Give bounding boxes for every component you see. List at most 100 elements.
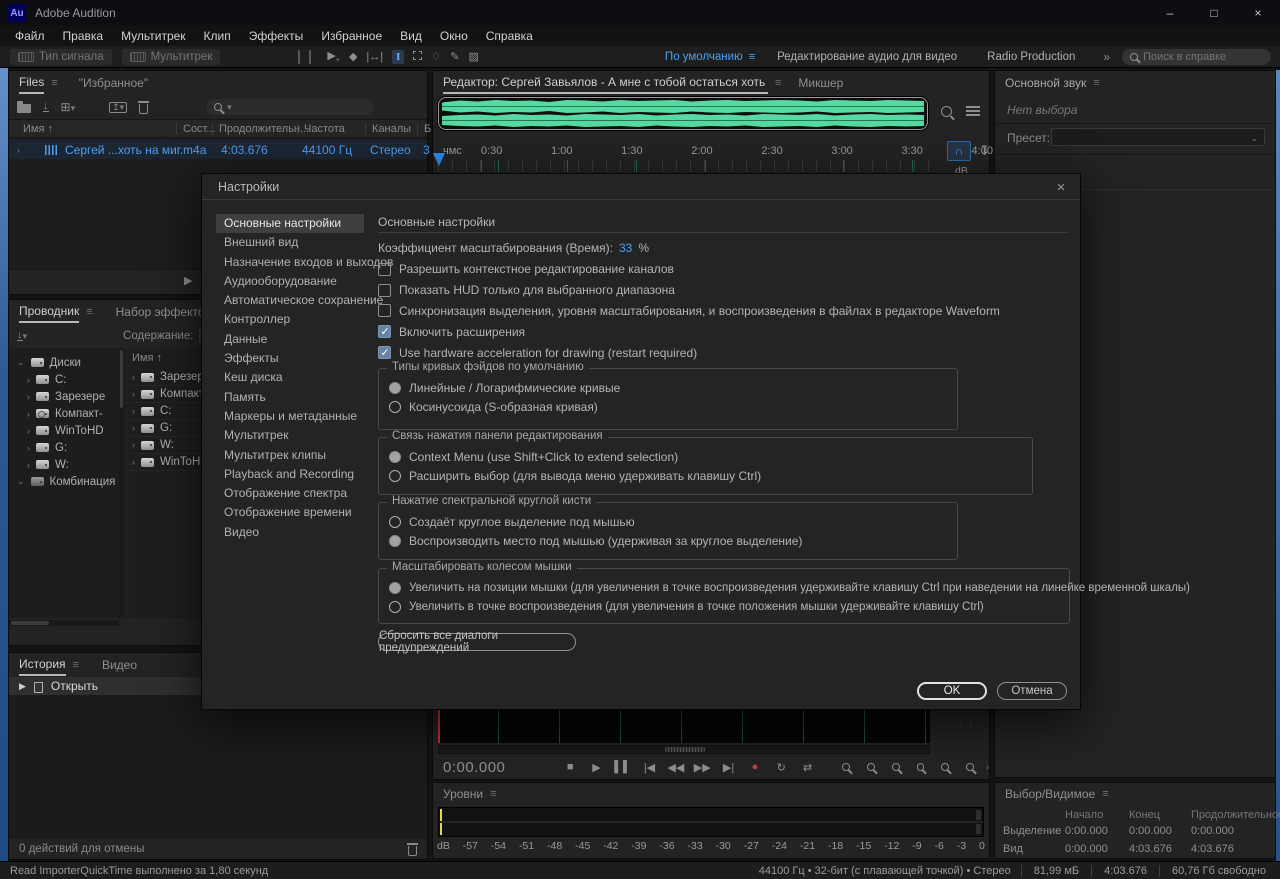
explorer-panel-menu-icon[interactable]: ≡: [86, 306, 92, 318]
tree-item-combination[interactable]: ⌄Комбинация: [17, 473, 115, 490]
cancel-button[interactable]: Отмена: [997, 682, 1067, 700]
history-panel-menu-icon[interactable]: ≡: [73, 659, 79, 671]
fast-forward-button[interactable]: ▶▶: [694, 761, 711, 774]
menu-item[interactable]: Файл: [6, 29, 54, 43]
preferences-category[interactable]: Данные: [216, 330, 364, 349]
zoom-out-selection-button[interactable]: [917, 763, 925, 771]
menu-item[interactable]: Справка: [477, 29, 542, 43]
preferences-category[interactable]: Назначение входов и выходов: [216, 253, 364, 272]
files-panel-menu-icon[interactable]: ≡: [51, 77, 57, 89]
selection-end[interactable]: 0:00.000: [1129, 825, 1172, 837]
editor-panel-menu-icon[interactable]: ≡: [775, 77, 781, 89]
zoom-reset-button[interactable]: [941, 763, 949, 771]
zoom-scrollbar[interactable]: [438, 745, 930, 754]
playhead-marker[interactable]: [433, 153, 445, 166]
multitrack-view-button[interactable]: Мультитрек: [122, 49, 221, 65]
preferences-category[interactable]: Отображение времени: [216, 503, 364, 522]
zoom-in-selection-button[interactable]: [892, 763, 900, 771]
column-duration[interactable]: Продолжительн...: [212, 123, 309, 135]
tab-files[interactable]: Files: [19, 72, 44, 94]
workspace-menu-icon[interactable]: ≡: [749, 51, 755, 63]
tab-effects-rack[interactable]: Набор эффектов: [116, 305, 211, 319]
explorer-list-header[interactable]: Имя ↑: [132, 352, 162, 364]
view-end[interactable]: 4:03.676: [1129, 843, 1172, 855]
preferences-category[interactable]: Эффекты: [216, 349, 364, 368]
open-file-icon[interactable]: [17, 104, 31, 113]
preferences-category[interactable]: Основные настройки: [216, 214, 364, 233]
levels-panel-menu-icon[interactable]: ≡: [490, 788, 496, 800]
workspace-overflow-chevrons[interactable]: »: [1103, 50, 1110, 64]
transport-overflow-chevron[interactable]: ›: [986, 762, 989, 772]
preview-play-button[interactable]: ▶: [184, 274, 192, 287]
waveform-view-button[interactable]: Тип сигнала: [10, 49, 112, 65]
zoom-reset-icon[interactable]: [941, 106, 952, 117]
history-trash-icon[interactable]: [408, 846, 417, 856]
view-start[interactable]: 0:00.000: [1065, 843, 1108, 855]
essential-panel-menu-icon[interactable]: ≡: [1093, 77, 1099, 89]
workspace-radio-production[interactable]: Radio Production: [987, 51, 1075, 63]
loop-button[interactable]: ↻: [773, 761, 790, 774]
tab-editor[interactable]: Редактор: Сергей Завьялов - А мне с тобо…: [443, 72, 768, 94]
zoom-factor-value[interactable]: 33: [619, 241, 632, 255]
tab-favorites[interactable]: "Избранное": [79, 76, 148, 90]
menu-item[interactable]: Мультитрек: [112, 29, 194, 43]
timeline-ruler[interactable]: 0:301:001:302:002:303:003:304:00: [481, 145, 993, 157]
radio-button[interactable]: [389, 470, 401, 482]
marker-pin-icon[interactable]: ↧: [979, 143, 990, 159]
preferences-category[interactable]: Аудиооборудование: [216, 272, 364, 291]
import-file-icon[interactable]: ↓: [43, 102, 49, 112]
move-tool[interactable]: ▶+: [327, 49, 340, 64]
waveform-display-button[interactable]: [298, 51, 300, 63]
checkbox[interactable]: [378, 284, 391, 297]
workspace-audio-for-video[interactable]: Редактирование аудио для видео: [777, 51, 957, 63]
zoom-in-time-button[interactable]: [842, 763, 850, 771]
checkbox[interactable]: [378, 325, 391, 338]
tree-item-w[interactable]: ›W:: [27, 456, 69, 473]
play-button[interactable]: ▶: [588, 761, 605, 774]
waveform-overview[interactable]: [438, 97, 928, 130]
column-channels[interactable]: Каналы: [365, 123, 411, 135]
go-to-end-button[interactable]: ▶|: [720, 761, 737, 774]
tab-levels[interactable]: Уровни: [443, 787, 483, 801]
export-icon[interactable]: ↥▾: [109, 102, 127, 113]
radio-button[interactable]: [389, 582, 401, 594]
row-expand-chevron[interactable]: ›: [17, 145, 20, 155]
time-selection-tool[interactable]: I: [392, 50, 404, 64]
preferences-category[interactable]: Отображение спектра: [216, 484, 364, 503]
menu-item[interactable]: Эффекты: [240, 29, 313, 43]
marquee-selection-tool[interactable]: [413, 51, 422, 63]
checkbox[interactable]: [378, 304, 391, 317]
tree-item-wintohdd[interactable]: ›WinToHD: [27, 422, 115, 439]
close-button[interactable]: ×: [1236, 0, 1280, 26]
tab-explorer[interactable]: Проводник: [19, 301, 79, 323]
list-view-icon[interactable]: [966, 104, 980, 116]
preferences-category[interactable]: Мультитрек: [216, 426, 364, 445]
ruler-tick-strip[interactable]: [433, 160, 933, 172]
razor-tool[interactable]: ◆: [349, 50, 357, 63]
checkbox[interactable]: [378, 346, 391, 359]
tab-history[interactable]: История: [19, 654, 66, 676]
paintbrush-tool[interactable]: ✎: [450, 50, 459, 63]
selection-duration[interactable]: 0:00.000: [1191, 825, 1234, 837]
menu-item[interactable]: Избранное: [312, 29, 391, 43]
radio-button[interactable]: [389, 451, 401, 463]
skip-selection-button[interactable]: ⇄: [799, 761, 816, 774]
tree-item-drives[interactable]: ⌄Диски: [17, 354, 81, 371]
level-meter[interactable]: [438, 807, 984, 837]
stop-button[interactable]: ■: [562, 761, 579, 773]
waveform-main-area[interactable]: [438, 710, 930, 743]
column-rate[interactable]: Частота: [297, 123, 345, 135]
zoom-out-time-button[interactable]: [867, 763, 875, 771]
menu-item[interactable]: Вид: [391, 29, 431, 43]
menu-item[interactable]: Клип: [195, 29, 240, 43]
file-row[interactable]: › Сергей ...хоть на миг.m4a 4:03.676 441…: [9, 140, 427, 159]
preferences-category[interactable]: Видео: [216, 523, 364, 542]
tab-mixer[interactable]: Микшер: [798, 76, 843, 90]
slip-tool[interactable]: |↔|: [366, 51, 383, 63]
tree-item-c[interactable]: ›C:: [27, 371, 67, 388]
tree-hscrollbar[interactable]: [9, 620, 119, 626]
menu-item[interactable]: Правка: [54, 29, 113, 43]
spot-healing-tool[interactable]: ▨: [469, 50, 479, 63]
workspace-default[interactable]: По умолчанию: [665, 51, 743, 63]
zoom-full-button[interactable]: [966, 763, 974, 771]
